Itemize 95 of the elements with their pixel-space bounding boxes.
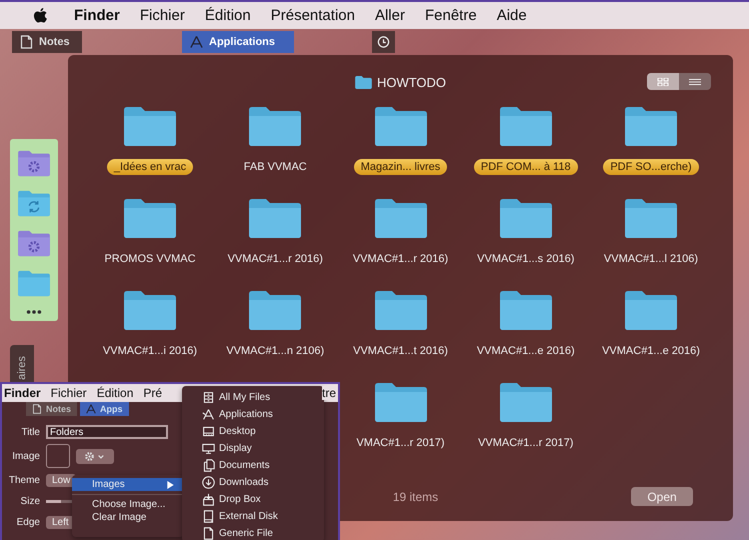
menu-item[interactable]: Aller	[374, 7, 405, 24]
folder-name[interactable]: VVMAC#1...l 2106)	[596, 251, 706, 267]
menu-item[interactable]: Desktop	[202, 424, 324, 438]
folder-icon[interactable]	[372, 105, 428, 147]
folder-name[interactable]: VVMAC#1...i 2016)	[96, 343, 204, 359]
folder-name[interactable]: VVMAC#1...r 2017)	[471, 435, 580, 451]
menu-item[interactable]: Display	[202, 441, 324, 455]
app-menu[interactable]: Finder	[74, 7, 120, 24]
menu-item[interactable]: Aide	[496, 7, 527, 24]
list-view-button[interactable]	[679, 73, 711, 90]
folder-icon[interactable]	[498, 105, 554, 147]
menu-item[interactable]: Fenêtre	[424, 7, 477, 24]
folder-name[interactable]: PDF COM... à 118	[474, 159, 578, 175]
folder-icon[interactable]	[498, 381, 554, 423]
menu-item[interactable]: External Disk	[202, 509, 324, 523]
folder-name[interactable]: VVMAC#1...s 2016)	[470, 251, 582, 267]
more-icon[interactable]	[25, 309, 43, 315]
gear-folder-icon[interactable]	[17, 229, 51, 257]
list-icon	[689, 78, 701, 86]
field-label: Theme	[8, 474, 40, 486]
folder-icon	[354, 76, 372, 88]
edge-option[interactable]: Left	[46, 516, 75, 528]
field-label: Size	[20, 496, 40, 506]
sync-folder-icon[interactable]	[17, 189, 51, 217]
menu-item[interactable]: Clear Image	[72, 511, 184, 524]
folder-name[interactable]: FAB VVMAC	[236, 159, 314, 175]
folder-icon[interactable]	[623, 105, 679, 147]
folder-icon[interactable]	[122, 289, 178, 331]
folder-name[interactable]: PROMOS VVMAC	[97, 251, 203, 267]
menu-item[interactable]: Drop Box	[202, 492, 324, 506]
monitor-icon	[202, 442, 215, 454]
stack-tab[interactable]: Apps	[80, 402, 129, 416]
desktop-icon	[202, 424, 215, 438]
menu-item[interactable]: Fichier	[140, 7, 185, 24]
clock-icon	[377, 35, 390, 49]
menu-item[interactable]: Édition	[96, 386, 134, 400]
grid-icon	[657, 78, 669, 86]
folder-icon[interactable]	[247, 289, 304, 331]
menu-item[interactable]: Applications	[202, 407, 324, 421]
menu-item[interactable]: Présentation	[270, 7, 355, 24]
apps-icon	[86, 404, 96, 414]
folder-icon[interactable]	[372, 381, 428, 423]
image-well[interactable]	[46, 444, 70, 468]
file-icon	[202, 526, 215, 540]
field-label: Image	[11, 450, 40, 462]
item-count: 19 items	[392, 490, 438, 504]
stack-tab[interactable]: Notes	[12, 31, 82, 53]
folder-name[interactable]: VVMAC#1...r 2016)	[220, 251, 330, 267]
folder-icon[interactable]	[122, 197, 178, 239]
folder-icon[interactable]	[247, 197, 304, 239]
field-label: Title	[20, 426, 40, 438]
gear-folder-icon[interactable]	[17, 149, 51, 177]
download-icon	[202, 476, 215, 488]
folder-name[interactable]: VVMAC#1...e 2016)	[595, 343, 707, 359]
cabinet-icon	[202, 390, 215, 404]
menu-item[interactable]: Generic File	[202, 526, 324, 540]
stack-tab[interactable]: Notes	[26, 402, 78, 416]
theme-option[interactable]: Low	[46, 474, 76, 486]
stack-tab[interactable]: Applications	[182, 31, 294, 53]
apps-icon	[202, 408, 215, 420]
menu-item[interactable]: Documents	[202, 458, 324, 472]
folder-icon[interactable]	[122, 105, 178, 147]
menu-item[interactable]: Pré	[143, 386, 162, 400]
action-button[interactable]	[76, 448, 114, 464]
folder-icon[interactable]	[498, 289, 554, 331]
field-label: Edge	[16, 516, 40, 528]
apps-icon	[190, 35, 203, 49]
folder-icon[interactable]	[623, 197, 679, 239]
folder-name[interactable]: VVMAC#1...e 2016)	[470, 343, 582, 359]
folder-name[interactable]: VMAC#1...r 2017)	[349, 435, 452, 451]
document-icon	[32, 404, 42, 414]
folder-name[interactable]: VVMAC#1...r 2016)	[346, 251, 456, 267]
stack-tab[interactable]	[372, 31, 395, 53]
menu-item[interactable]: Choose Image...	[72, 498, 184, 511]
folder-icon[interactable]	[498, 197, 554, 239]
folder-name[interactable]: Magazin... livres	[354, 159, 448, 175]
folder-name[interactable]: _Idées en vrac	[106, 159, 194, 175]
folder-icon[interactable]	[623, 289, 679, 331]
folder-icon[interactable]	[372, 197, 428, 239]
apple-logo-icon[interactable]	[33, 7, 48, 24]
inbox-icon	[202, 492, 215, 506]
folder-icon[interactable]	[247, 105, 304, 147]
menu-item[interactable]: Fichier	[50, 386, 87, 400]
menu-item[interactable]: Édition	[204, 7, 251, 24]
folder-icon[interactable]	[372, 289, 428, 331]
title-field[interactable]: Folders	[46, 425, 168, 439]
folder-name[interactable]: VVMAC#1...t 2016)	[346, 343, 455, 359]
folder-name[interactable]: VVMAC#1...n 2106)	[219, 343, 332, 359]
window-title: HOWTODO	[376, 74, 446, 90]
folder-name[interactable]: PDF SO...erche)	[603, 159, 699, 175]
menu-item[interactable]: Downloads	[202, 475, 324, 489]
menu-item[interactable]: Images	[72, 478, 184, 491]
documents-icon	[202, 458, 215, 472]
menu-item[interactable]: tre	[322, 386, 336, 400]
document-icon	[20, 35, 33, 49]
